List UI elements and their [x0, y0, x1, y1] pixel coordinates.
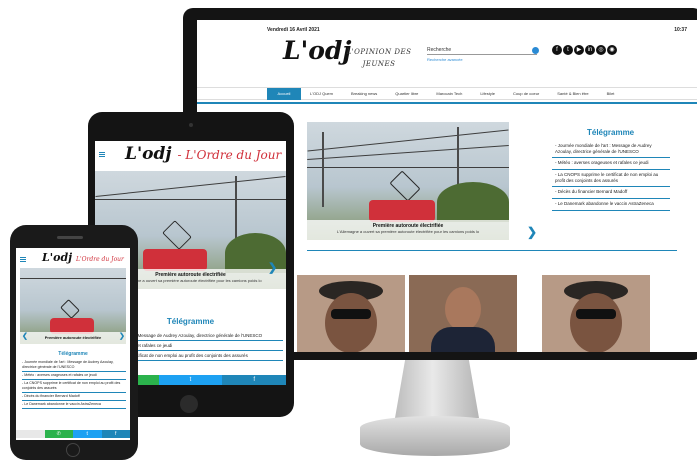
phone-logo-text: L'odj: [42, 251, 73, 264]
slider-next-icon[interactable]: ❯: [527, 225, 537, 239]
menu-icon[interactable]: [99, 152, 105, 157]
telegram-title: Télégramme: [587, 128, 635, 137]
telegram-item[interactable]: - Journée mondiale de l'art : Message de…: [552, 141, 670, 158]
slide-title: Première autoroute électrifiée: [372, 223, 444, 229]
share-count: [16, 430, 45, 438]
telegram-item[interactable]: es et rafales ce jeudi: [131, 341, 283, 351]
tablet-home-button[interactable]: [180, 395, 198, 413]
section-divider: [307, 250, 677, 251]
header-date: Vendredi 16 Avril 2021: [267, 27, 320, 33]
nav-item[interactable]: Breaking news: [342, 88, 386, 100]
nav-item[interactable]: Lifestyle: [471, 88, 504, 100]
slide-caption: Première autoroute électrifiée L'Allemag…: [307, 220, 509, 240]
article-photo[interactable]: [542, 275, 650, 352]
header-time: 10:37: [674, 27, 687, 33]
nav-divider: [197, 102, 697, 104]
slider-next-icon[interactable]: ❯: [268, 261, 277, 274]
telegram-item[interactable]: - Le Danemark abandonne le vaccin AstraZ…: [552, 199, 670, 211]
telegram-title: Télégramme: [58, 351, 88, 357]
telegram-item[interactable]: - Décès du financier Bernard Madoff: [22, 393, 126, 401]
slider-prev-icon[interactable]: ❮: [22, 332, 28, 340]
tablet-camera: [189, 123, 193, 127]
twitter-icon[interactable]: t: [563, 45, 573, 55]
phone-screen: L'odj L'Ordre du Jour Première autoroute…: [16, 248, 130, 440]
social-icons: f t ▶ in ◎ ◉: [552, 45, 617, 55]
telegram-list: rt : Message de Audrey Azoulay, directri…: [131, 331, 283, 361]
menu-icon[interactable]: [20, 257, 26, 262]
nav-item[interactable]: Quartier libre: [386, 88, 427, 100]
telegram-item[interactable]: - Journée mondiale de l'art : Message de…: [22, 359, 126, 372]
slide-caption: Première autoroute électrifiée: [20, 332, 126, 344]
nav-item[interactable]: Accueil: [267, 87, 301, 100]
monitor-stand-neck: [395, 360, 479, 418]
twitter-icon[interactable]: t: [73, 430, 102, 438]
facebook-icon[interactable]: f: [101, 430, 130, 438]
tablet-logo-suffix: - L'Ordre du Jour: [177, 148, 282, 162]
nav-item[interactable]: Bilet: [598, 88, 624, 100]
article-photo[interactable]: [409, 275, 517, 352]
nav-item[interactable]: Santé & Bien être: [548, 88, 597, 100]
telegram-item[interactable]: - Le Danemark abandonne le vaccin AstraZ…: [22, 401, 126, 409]
twitter-icon[interactable]: t: [158, 375, 223, 385]
nav-item[interactable]: Marocain Tech: [427, 88, 471, 100]
telegram-item[interactable]: - Décès du financier Bernard Madoff: [552, 187, 670, 199]
podcast-icon[interactable]: ◉: [607, 45, 617, 55]
telegram-item[interactable]: - La CNOPS supprime le certificat de non…: [22, 380, 126, 393]
phone-home-button[interactable]: [66, 443, 80, 457]
hero-slider[interactable]: Première autoroute électrifiée: [20, 268, 126, 344]
hero-slider[interactable]: Première autoroute électrifiée L'Allemag…: [307, 122, 509, 240]
facebook-icon[interactable]: f: [552, 45, 562, 55]
telegram-item[interactable]: certificat de non emploi au profit des c…: [131, 351, 283, 361]
telegram-item[interactable]: - Météo : averses orageuses et rafales c…: [552, 158, 670, 170]
telegram-item[interactable]: rt : Message de Audrey Azoulay, directri…: [131, 331, 283, 341]
whatsapp-icon[interactable]: ✆: [44, 430, 73, 438]
search-icon[interactable]: [532, 47, 539, 54]
nav-item[interactable]: Coup de coeur: [504, 88, 548, 100]
facebook-icon[interactable]: f: [222, 375, 286, 385]
monitor-stand-base: [360, 416, 510, 456]
telegram-list: - Journée mondiale de l'art : Message de…: [552, 141, 670, 211]
main-nav: Accueil L'ODJ Quem Breaking news Quartie…: [197, 87, 697, 100]
phone-speaker: [57, 236, 83, 239]
telegram-item[interactable]: - La CNOPS supprime le certificat de non…: [552, 170, 670, 187]
youtube-icon[interactable]: ▶: [574, 45, 584, 55]
share-bar: ✆ t f: [16, 430, 130, 438]
slide-subtitle: L'Allemagne a ouvert sa première autorou…: [336, 229, 480, 234]
phone-logo-suffix: L'Ordre du Jour: [75, 256, 124, 263]
nav-item[interactable]: L'ODJ Quem: [301, 88, 342, 100]
tablet-logo-text: L'odj: [125, 144, 172, 164]
site-tagline: L'OPINION DES JEUNES: [346, 48, 412, 68]
slider-next-icon[interactable]: ❯: [119, 332, 125, 340]
search-input[interactable]: Recherche: [427, 47, 537, 55]
slide-title: Première autoroute électrifiée: [44, 335, 102, 340]
linkedin-icon[interactable]: in: [585, 45, 595, 55]
tablet-logo[interactable]: L'odj - L'Ordre du Jour: [125, 144, 281, 164]
article-photo[interactable]: [297, 275, 405, 352]
instagram-icon[interactable]: ◎: [596, 45, 606, 55]
phone-logo[interactable]: L'odj L'Ordre du Jour: [42, 251, 124, 264]
telegram-item[interactable]: - Météo : averses orageuses et rafales c…: [22, 372, 126, 380]
telegram-list: - Journée mondiale de l'art : Message de…: [22, 359, 126, 409]
advanced-search-link[interactable]: Recherche avancée: [427, 57, 463, 62]
